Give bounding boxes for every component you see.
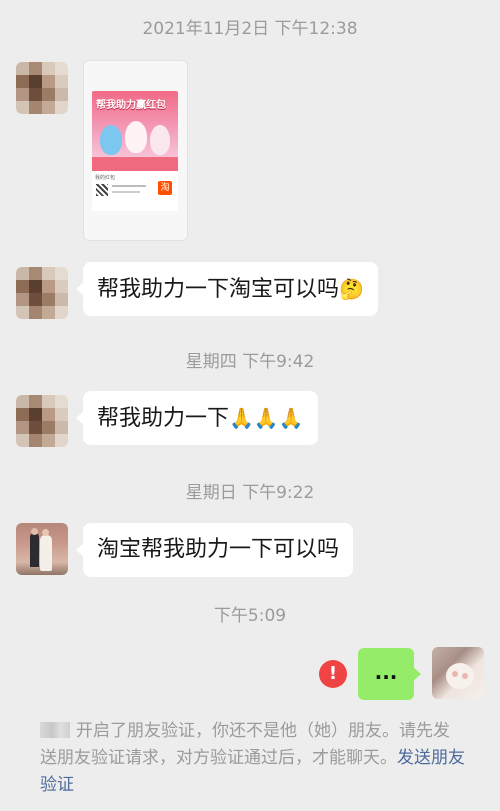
timestamp: 星期日 下午9:22 <box>185 483 315 503</box>
message-bubble[interactable]: 帮我助力一下🙏🙏🙏 <box>76 391 318 445</box>
friend-verification-notice: 开启了朋友验证，你还不是他（她）朋友。请先发送朋友验证请求，对方验证通过后，才能… <box>40 718 465 799</box>
notice-text: 开启了朋友验证，你还不是他（她）朋友。请先发送朋友验证请求，对方验证通过后，才能… <box>40 721 450 768</box>
thinking-face-emoji: 🤔 <box>339 277 364 301</box>
qr-code-icon <box>96 184 108 196</box>
card-title: 帮我助力赢红包 <box>96 100 166 111</box>
timestamp: 2021年11月2日 下午12:38 <box>142 19 358 39</box>
contact-avatar[interactable] <box>16 62 68 114</box>
message-text: 帮我助力一下淘宝可以吗 <box>97 277 340 302</box>
send-failed-icon[interactable]: ! <box>319 660 347 688</box>
card-footer-label: 我的红包 <box>95 175 116 181</box>
my-avatar[interactable] <box>432 647 484 699</box>
contact-avatar[interactable] <box>16 523 68 575</box>
message-text: ... <box>374 660 398 684</box>
contact-avatar[interactable] <box>16 395 68 447</box>
blurred-contact-name <box>40 722 70 738</box>
message-text: 帮我助力一下 <box>97 406 230 431</box>
folded-hands-emoji: 🙏🙏🙏 <box>229 406 304 430</box>
message-bubble[interactable]: 淘宝帮我助力一下可以吗 <box>75 523 354 577</box>
message-text: 淘宝帮我助力一下可以吗 <box>97 537 340 562</box>
taobao-icon: 淘 <box>158 181 172 195</box>
contact-avatar[interactable] <box>16 267 68 319</box>
timestamp: 下午5:09 <box>213 606 287 626</box>
outgoing-message-bubble[interactable]: ... <box>358 648 421 700</box>
shared-miniprogram-card[interactable]: 帮我助力赢红包 我的红包 淘 <box>83 60 188 241</box>
card-footer: 我的红包 淘 <box>92 171 178 211</box>
message-bubble[interactable]: 帮我助力一下淘宝可以吗🤔 <box>76 262 378 316</box>
card-poster-image: 帮我助力赢红包 <box>92 91 178 171</box>
timestamp: 星期四 下午9:42 <box>185 352 315 372</box>
